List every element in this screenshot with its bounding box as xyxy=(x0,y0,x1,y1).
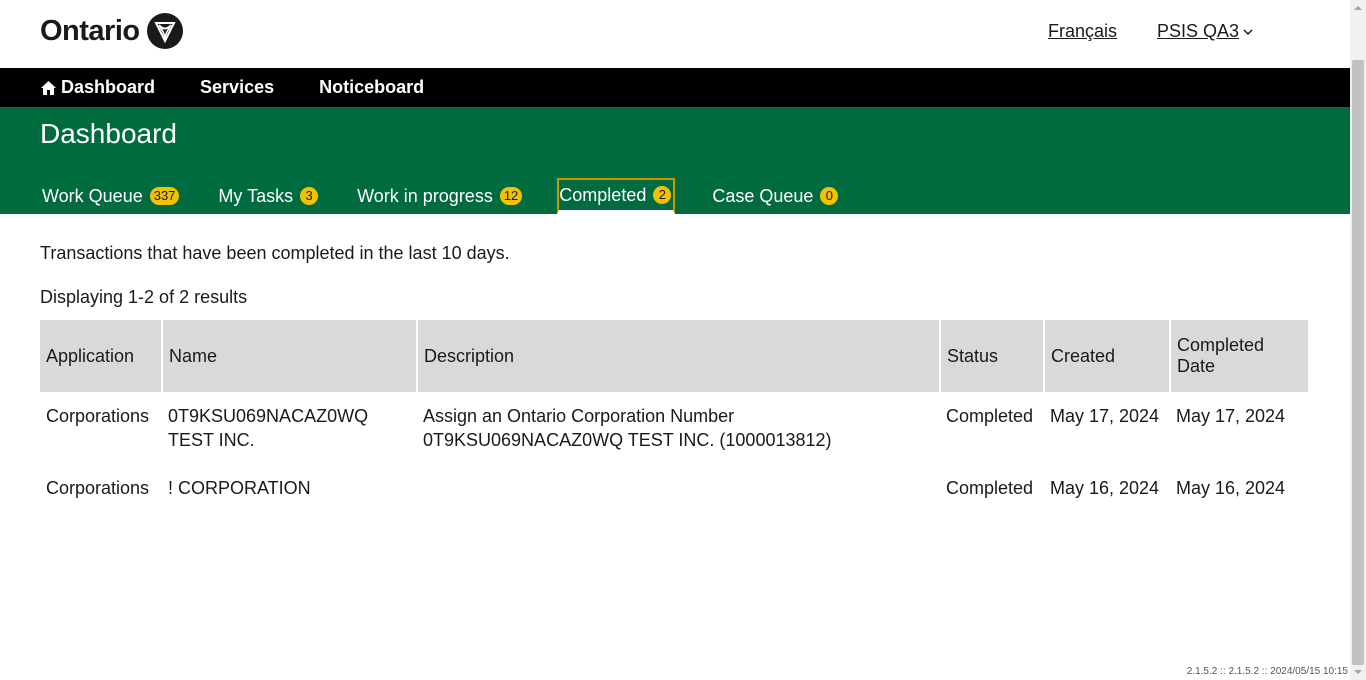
results-count: Displaying 1-2 of 2 results xyxy=(40,287,248,307)
logo-text: Ontario xyxy=(40,14,140,47)
user-menu-label: PSIS QA3 xyxy=(1157,21,1240,41)
scroll-up-icon[interactable] xyxy=(1354,4,1362,12)
nav-item-label: Services xyxy=(200,77,275,97)
vertical-scrollbar[interactable] xyxy=(1350,0,1366,680)
transactions-table: Application Name Description Status Crea… xyxy=(40,320,1308,512)
cell-application: Corporations xyxy=(46,478,150,498)
home-icon xyxy=(41,80,56,95)
cell-created: May 16, 2024 xyxy=(1050,478,1160,498)
intro-text: Transactions that have been completed in… xyxy=(40,243,510,263)
scroll-down-icon[interactable] xyxy=(1354,668,1362,676)
count-badge: 12 xyxy=(499,187,523,205)
trillium-icon xyxy=(146,13,183,49)
column-header-application[interactable]: Application xyxy=(40,320,162,392)
nav-item-noticeboard[interactable]: Noticeboard xyxy=(319,77,424,98)
cell-status: Completed xyxy=(946,478,1034,498)
count-badge: 3 xyxy=(300,187,319,205)
nav-item-services[interactable]: Services xyxy=(200,77,274,98)
ontario-logo[interactable]: Ontario xyxy=(40,12,184,50)
tab-label: Completed xyxy=(559,184,647,205)
column-header-created[interactable]: Created xyxy=(1043,320,1170,392)
version-text: 2.1.5.2 :: 2.1.5.2 :: 2024/05/15 10:15 xyxy=(1186,666,1348,677)
cell-application: Corporations xyxy=(46,406,150,426)
tab-label: Work Queue xyxy=(42,185,143,206)
count-badge: 337 xyxy=(149,187,180,205)
page: Ontario Français PSIS QA3 Dashboard Serv… xyxy=(0,0,1350,680)
cell-name: ! CORPORATION xyxy=(168,478,311,498)
count-badge: 0 xyxy=(820,187,839,205)
user-menu[interactable]: PSIS QA3 xyxy=(1157,21,1253,42)
table-row[interactable]: Corporations 0T9KSU069NACAZ0WQ TEST INC.… xyxy=(40,392,1308,464)
count-badge: 2 xyxy=(653,186,672,204)
main-nav: Dashboard Services Noticeboard xyxy=(0,68,1350,107)
table-row[interactable]: Corporations ! CORPORATION Completed May… xyxy=(40,464,1308,512)
chevron-down-icon xyxy=(1243,28,1253,35)
page-title: Dashboard xyxy=(40,118,177,149)
dashboard-band: Dashboard Work Queue 337 My Tasks 3 Work… xyxy=(0,107,1350,214)
column-header-completed-date[interactable]: Completed Date xyxy=(1169,320,1308,392)
cell-name: 0T9KSU069NACAZ0WQ TEST INC. xyxy=(168,406,369,450)
scrollbar-thumb[interactable] xyxy=(1352,60,1364,665)
table-header-row: Application Name Description Status Crea… xyxy=(40,320,1308,392)
nav-item-label: Noticeboard xyxy=(319,77,425,97)
tab-label: Work in progress xyxy=(357,185,493,206)
nav-item-label: Dashboard xyxy=(61,77,156,97)
tab-work-queue[interactable]: Work Queue 337 xyxy=(40,178,181,214)
cell-description: Assign an Ontario Corporation Number 0T9… xyxy=(423,406,832,450)
tab-case-queue[interactable]: Case Queue 0 xyxy=(710,178,840,214)
nav-item-dashboard[interactable]: Dashboard xyxy=(40,77,155,98)
column-header-description[interactable]: Description xyxy=(416,320,940,392)
tab-label: My Tasks xyxy=(218,185,294,206)
tab-label: Case Queue xyxy=(712,185,814,206)
tab-completed[interactable]: Completed 2 xyxy=(557,178,676,214)
cell-description xyxy=(417,464,940,512)
cell-completed-date: May 16, 2024 xyxy=(1176,478,1286,498)
tab-work-in-progress[interactable]: Work in progress 12 xyxy=(355,178,524,214)
dashboard-tabs: Work Queue 337 My Tasks 3 Work in progre… xyxy=(40,178,875,214)
cell-status: Completed xyxy=(946,406,1034,426)
column-header-status[interactable]: Status xyxy=(939,320,1044,392)
site-header: Ontario Français PSIS QA3 xyxy=(0,0,1350,68)
tab-my-tasks[interactable]: My Tasks 3 xyxy=(216,178,320,214)
language-link[interactable]: Français xyxy=(1048,21,1117,42)
column-header-name[interactable]: Name xyxy=(161,320,417,392)
cell-completed-date: May 17, 2024 xyxy=(1176,406,1286,426)
cell-created: May 17, 2024 xyxy=(1050,406,1160,426)
